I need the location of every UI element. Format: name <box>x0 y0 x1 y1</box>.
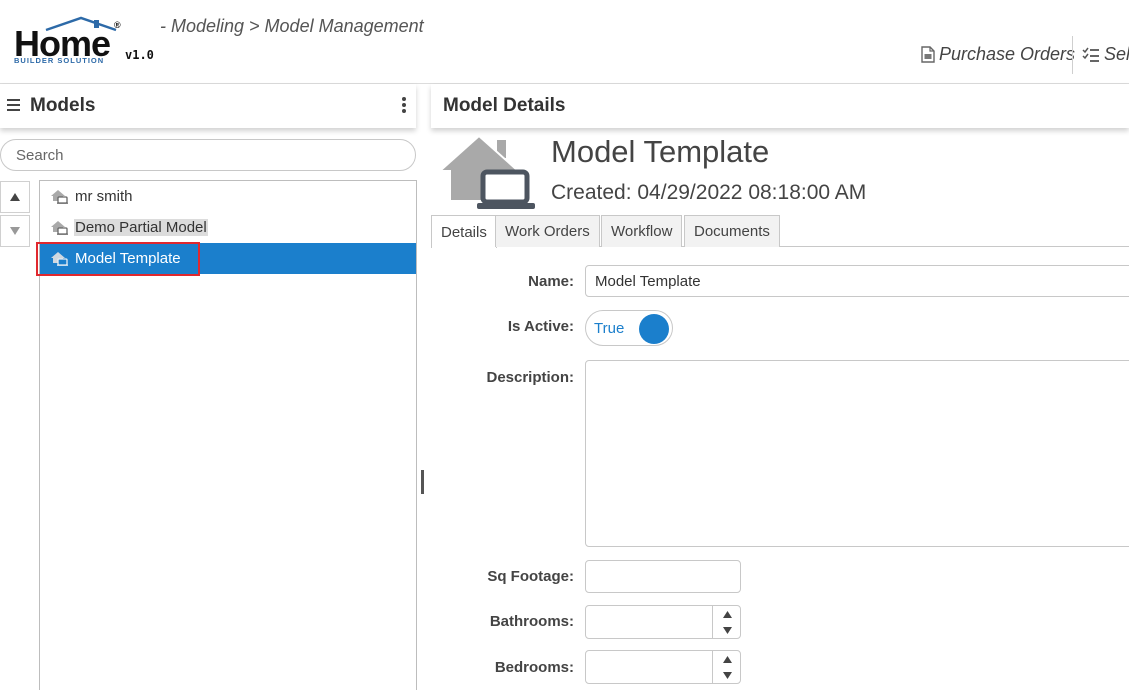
select-link[interactable]: Sele <box>1082 44 1129 65</box>
model-house-icon <box>50 189 68 205</box>
toggle-state-label: True <box>594 320 625 337</box>
app-header: Home ® BUILDER SOLUTION v1.0 - Modeling … <box>0 0 1129 84</box>
checklist-icon <box>1082 47 1099 62</box>
models-tree: mr smith Demo Partial Model Model Templa… <box>36 180 417 690</box>
toggle-knob <box>639 314 669 344</box>
triangle-down-icon <box>722 671 732 679</box>
select-label: Sele <box>1104 44 1129 64</box>
tab-details[interactable]: Details <box>431 215 497 248</box>
purchase-orders-link[interactable]: Purchase Orders <box>921 44 1075 65</box>
header-divider <box>1072 36 1073 74</box>
bedrooms-stepper <box>585 650 741 684</box>
models-search-input[interactable] <box>0 139 416 171</box>
bathrooms-label: Bathrooms: <box>489 613 574 630</box>
move-down-button[interactable] <box>0 215 30 247</box>
tree-item-label: mr smith <box>75 188 133 205</box>
bathrooms-increment-button[interactable] <box>713 606 741 622</box>
model-name-heading: Model Template <box>551 134 770 169</box>
description-field[interactable] <box>585 360 1129 547</box>
model-created-date: Created: 04/29/2022 08:18:00 AM <box>551 181 867 204</box>
bathrooms-decrement-button[interactable] <box>713 622 741 638</box>
triangle-down-icon <box>10 227 20 235</box>
triangle-up-icon <box>722 655 732 663</box>
detail-tabs: Details Work Orders Workflow Documents <box>431 215 1129 248</box>
model-details-header: Model Details <box>431 84 1129 128</box>
more-options-icon[interactable] <box>401 97 407 115</box>
bedrooms-field[interactable] <box>586 651 710 683</box>
tree-item-model-template[interactable]: Model Template <box>36 242 416 276</box>
models-panel: Models mr smith Demo Partial Model <box>0 84 418 690</box>
sq-footage-label: Sq Footage: <box>487 568 574 585</box>
models-panel-title: Models <box>30 95 96 116</box>
model-details-title: Model Details <box>443 95 566 116</box>
model-house-icon <box>50 251 68 267</box>
tab-documents[interactable]: Documents <box>684 215 780 247</box>
move-up-button[interactable] <box>0 181 30 213</box>
hamburger-menu-icon[interactable] <box>7 99 20 111</box>
triangle-down-icon <box>722 626 732 634</box>
tab-work-orders[interactable]: Work Orders <box>495 215 600 247</box>
name-label: Name: <box>528 273 574 290</box>
panel-splitter-handle[interactable] <box>421 470 424 494</box>
tree-item-mr-smith[interactable]: mr smith <box>40 181 416 212</box>
bathrooms-spin-buttons <box>712 606 741 638</box>
model-details-panel: Model Details Model Template Created: 04… <box>431 84 1129 690</box>
triangle-up-icon <box>10 193 20 201</box>
bathrooms-stepper <box>585 605 741 639</box>
app-logo[interactable]: Home ® BUILDER SOLUTION v1.0 <box>14 16 154 68</box>
breadcrumb: - Modeling > Model Management <box>160 16 424 36</box>
bedrooms-label: Bedrooms: <box>494 659 574 676</box>
tab-workflow[interactable]: Workflow <box>601 215 683 247</box>
reorder-controls <box>0 181 30 253</box>
tree-item-demo-partial-model[interactable]: Demo Partial Model <box>40 212 416 243</box>
bathrooms-field[interactable] <box>586 606 710 638</box>
is-active-label: Is Active: <box>507 318 574 335</box>
sq-footage-field[interactable] <box>585 560 741 593</box>
triangle-up-icon <box>722 610 732 618</box>
purchase-orders-label: Purchase Orders <box>939 44 1076 64</box>
description-label: Description: <box>486 369 574 386</box>
model-house-laptop-icon <box>440 134 535 209</box>
bedrooms-increment-button[interactable] <box>713 651 741 667</box>
bedrooms-spin-buttons <box>712 651 741 683</box>
logo-subtitle: BUILDER SOLUTION <box>14 56 105 65</box>
name-field[interactable] <box>585 265 1129 297</box>
is-active-toggle[interactable]: True <box>585 310 673 346</box>
app-version: v1.0 <box>125 48 154 62</box>
logo-registered-mark: ® <box>114 20 121 30</box>
model-house-icon <box>50 220 68 236</box>
bedrooms-decrement-button[interactable] <box>713 667 741 683</box>
models-panel-header: Models <box>0 84 416 128</box>
tree-item-label: Demo Partial Model <box>74 219 208 236</box>
tree-item-label: Model Template <box>75 250 181 267</box>
document-icon <box>921 46 935 63</box>
